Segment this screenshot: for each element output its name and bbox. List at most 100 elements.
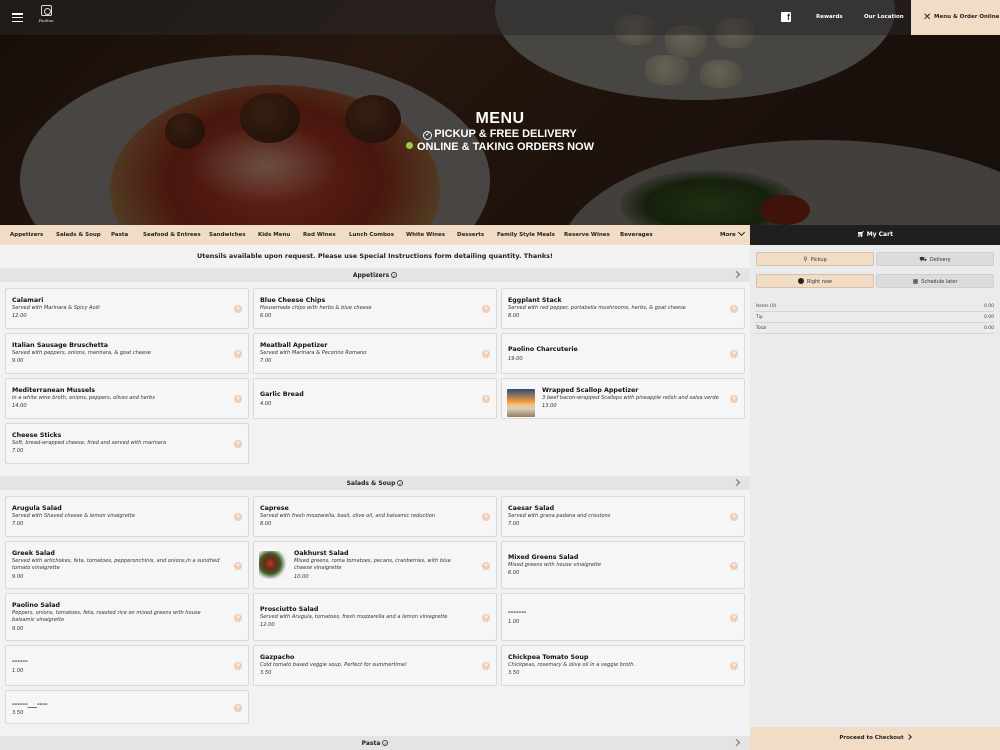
more-categories-button[interactable]: More — [720, 232, 736, 238]
delivery-car-icon: ⛟ — [919, 256, 927, 263]
category-tab[interactable]: Kids Menu — [258, 232, 290, 238]
category-tab[interactable]: Appetizers — [10, 232, 43, 238]
section-header-salads-soup[interactable]: Salads & Soup ✓ — [0, 476, 750, 490]
category-tab[interactable]: Lunch Combos — [349, 232, 394, 238]
check-circle-icon: ✓ — [423, 131, 433, 140]
chevron-down-icon[interactable] — [737, 228, 746, 237]
plus-icon[interactable]: + — [730, 614, 738, 622]
check-circle-icon: ✓ — [391, 272, 398, 278]
category-tab[interactable]: White Wines — [406, 232, 445, 238]
plus-icon[interactable]: + — [482, 305, 490, 313]
plus-icon[interactable]: + — [482, 350, 490, 358]
section-header-appetizers[interactable]: Appetizers ✓ — [0, 268, 750, 282]
cart-tip-row: Tip 0.00 — [755, 313, 994, 323]
restaurant-logo[interactable]: Paolino — [36, 5, 56, 29]
hero-line-online: ONLINE & TAKING ORDERS NOW — [0, 141, 1000, 154]
plus-icon[interactable]: + — [234, 350, 242, 358]
menu-item-card[interactable]: Chickpea Tomato Soup Chickpeas, rosemary… — [501, 645, 745, 686]
plus-icon[interactable]: + — [730, 513, 738, 521]
proceed-to-checkout-button[interactable]: Proceed to Checkout — [750, 727, 1000, 750]
menu-item-card[interactable]: Caprese Served with fresh mozzarella, ba… — [253, 496, 497, 537]
category-tab[interactable]: Family Style Meals — [497, 232, 555, 238]
plus-icon[interactable]: + — [482, 562, 490, 570]
cart-icon: 🛒︎ — [857, 231, 865, 238]
menu-item-card[interactable]: Italian Sausage Bruschetta Served with p… — [5, 333, 249, 374]
close-icon: ✕ — [923, 12, 932, 23]
menu-item-card[interactable]: Arugula Salad Served with Shaved cheese … — [5, 496, 249, 537]
category-tab[interactable]: Seafood & Entrees — [143, 232, 201, 238]
plus-icon[interactable]: + — [730, 305, 738, 313]
menu-item-card[interactable]: Calamari Served with Marinara & Spicy Ao… — [5, 288, 249, 329]
check-circle-icon: ✓ — [382, 740, 389, 746]
plus-icon[interactable]: + — [234, 662, 242, 670]
plus-icon[interactable]: + — [730, 662, 738, 670]
menu-item-card[interactable]: Paolino Charcuterie 19.00 + — [501, 333, 745, 374]
menu-item-card[interactable]: Gazpacho Cold tomato based veggie soup. … — [253, 645, 497, 686]
plus-icon[interactable]: + — [482, 395, 490, 403]
menu-item-card[interactable]: ------- 1.00 + — [501, 593, 745, 641]
plus-icon[interactable]: + — [730, 350, 738, 358]
section-header-pasta[interactable]: Pasta ✓ — [0, 736, 750, 750]
category-nav: Appetizers Salads & Soup Pasta Seafood &… — [0, 225, 750, 245]
menu-item-card[interactable]: Garlic Bread 4.00 + — [253, 378, 497, 419]
utensils-notice: Utensils available upon request. Please … — [196, 252, 554, 260]
hero-line-pickup: ✓ PICKUP & FREE DELIVERY — [423, 128, 577, 140]
hero-title: MENU — [475, 110, 525, 127]
plus-icon[interactable]: + — [234, 614, 242, 622]
cart-total-row: Total 0.00 — [755, 324, 994, 334]
menu-item-card[interactable]: Mixed Greens Salad Mixed greens with hou… — [501, 541, 745, 589]
menu-item-card[interactable]: Mediterranean Mussels in a white wine br… — [5, 378, 249, 419]
hero-text: MENU ✓ PICKUP & FREE DELIVERY ONLINE & TA… — [0, 110, 1000, 154]
menu-item-card[interactable]: Blue Cheese Chips Housemade chips with h… — [253, 288, 497, 329]
top-navigation-bar: Paolino f Rewards Our Location ✕ Menu & … — [0, 0, 1000, 35]
plus-icon[interactable]: + — [234, 305, 242, 313]
plus-icon[interactable]: + — [234, 704, 242, 712]
menu-item-card[interactable]: Cheese Sticks Soft, bread-wrapped cheese… — [5, 423, 249, 464]
menu-content: Utensils available upon request. Please … — [0, 245, 750, 750]
plus-icon[interactable]: + — [482, 614, 490, 622]
category-tab[interactable]: Desserts — [457, 232, 484, 238]
facebook-icon[interactable]: f — [781, 12, 791, 22]
plus-icon[interactable]: + — [234, 562, 242, 570]
menu-item-card[interactable]: Greek Salad Served with artichokes, feta… — [5, 541, 249, 589]
menu-order-online-button[interactable]: ✕ Menu & Order Online — [911, 0, 1000, 35]
delivery-toggle[interactable]: ⛟ Delivery — [876, 252, 994, 266]
plus-icon[interactable]: + — [482, 662, 490, 670]
plus-icon[interactable]: + — [482, 513, 490, 521]
menu-item-card[interactable]: ------ 1.00 + — [5, 645, 249, 686]
menu-item-card[interactable]: Paolino Salad Peppers, onions, tomatoes,… — [5, 593, 249, 641]
category-tab[interactable]: Reserve Wines — [564, 232, 610, 238]
item-photo — [259, 551, 287, 579]
plus-icon[interactable]: + — [730, 395, 738, 403]
item-photo — [507, 389, 535, 417]
menu-item-card[interactable]: Eggplant Stack Served with red pepper, p… — [501, 288, 745, 329]
plus-icon[interactable]: + — [234, 513, 242, 521]
plus-icon[interactable]: + — [234, 440, 242, 448]
menu-item-card[interactable]: Caesar Salad Served with grana padana an… — [501, 496, 745, 537]
plus-icon[interactable]: + — [730, 562, 738, 570]
online-status-dot — [405, 142, 413, 149]
our-location-link[interactable]: Our Location — [864, 14, 904, 20]
category-tab[interactable]: Salads & Soup — [56, 232, 101, 238]
menu-item-card[interactable]: Wrapped Scallop Appetizer 3 beef bacon-w… — [501, 378, 745, 419]
menu-item-card[interactable]: Prosciutto Salad Served with Arugula, to… — [253, 593, 497, 641]
pickup-toggle[interactable]: ⚲ Pickup — [756, 252, 874, 266]
hamburger-menu-icon[interactable] — [12, 13, 23, 23]
cart-sidebar: 🛒︎ My Cart ⚲ Pickup ⛟ Delivery Right now ▦ S… — [750, 225, 1000, 750]
category-tab[interactable]: Beverages — [620, 232, 653, 238]
check-circle-icon: ✓ — [397, 480, 404, 486]
menu-item-card[interactable]: Meatball Appetizer Served with Marinara … — [253, 333, 497, 374]
right-now-toggle[interactable]: Right now — [756, 274, 874, 288]
plus-icon[interactable]: + — [234, 395, 242, 403]
cart-items-row: Items (0) 0.00 — [755, 302, 994, 312]
category-tab[interactable]: Pasta — [111, 232, 128, 238]
cart-header: 🛒︎ My Cart — [750, 225, 1000, 245]
category-tab[interactable]: Sandwiches — [209, 232, 246, 238]
menu-item-card[interactable]: ------___---- 3.50 + — [5, 690, 249, 724]
category-tab[interactable]: Red Wines — [303, 232, 336, 238]
chevron-right-icon — [905, 734, 912, 740]
menu-item-card[interactable]: Oakhurst Salad Mixed greens, roma tomato… — [253, 541, 497, 589]
schedule-later-toggle[interactable]: ▦ Schedule later — [876, 274, 994, 288]
calendar-icon: ▦ — [912, 278, 919, 285]
rewards-link[interactable]: Rewards — [816, 14, 843, 20]
